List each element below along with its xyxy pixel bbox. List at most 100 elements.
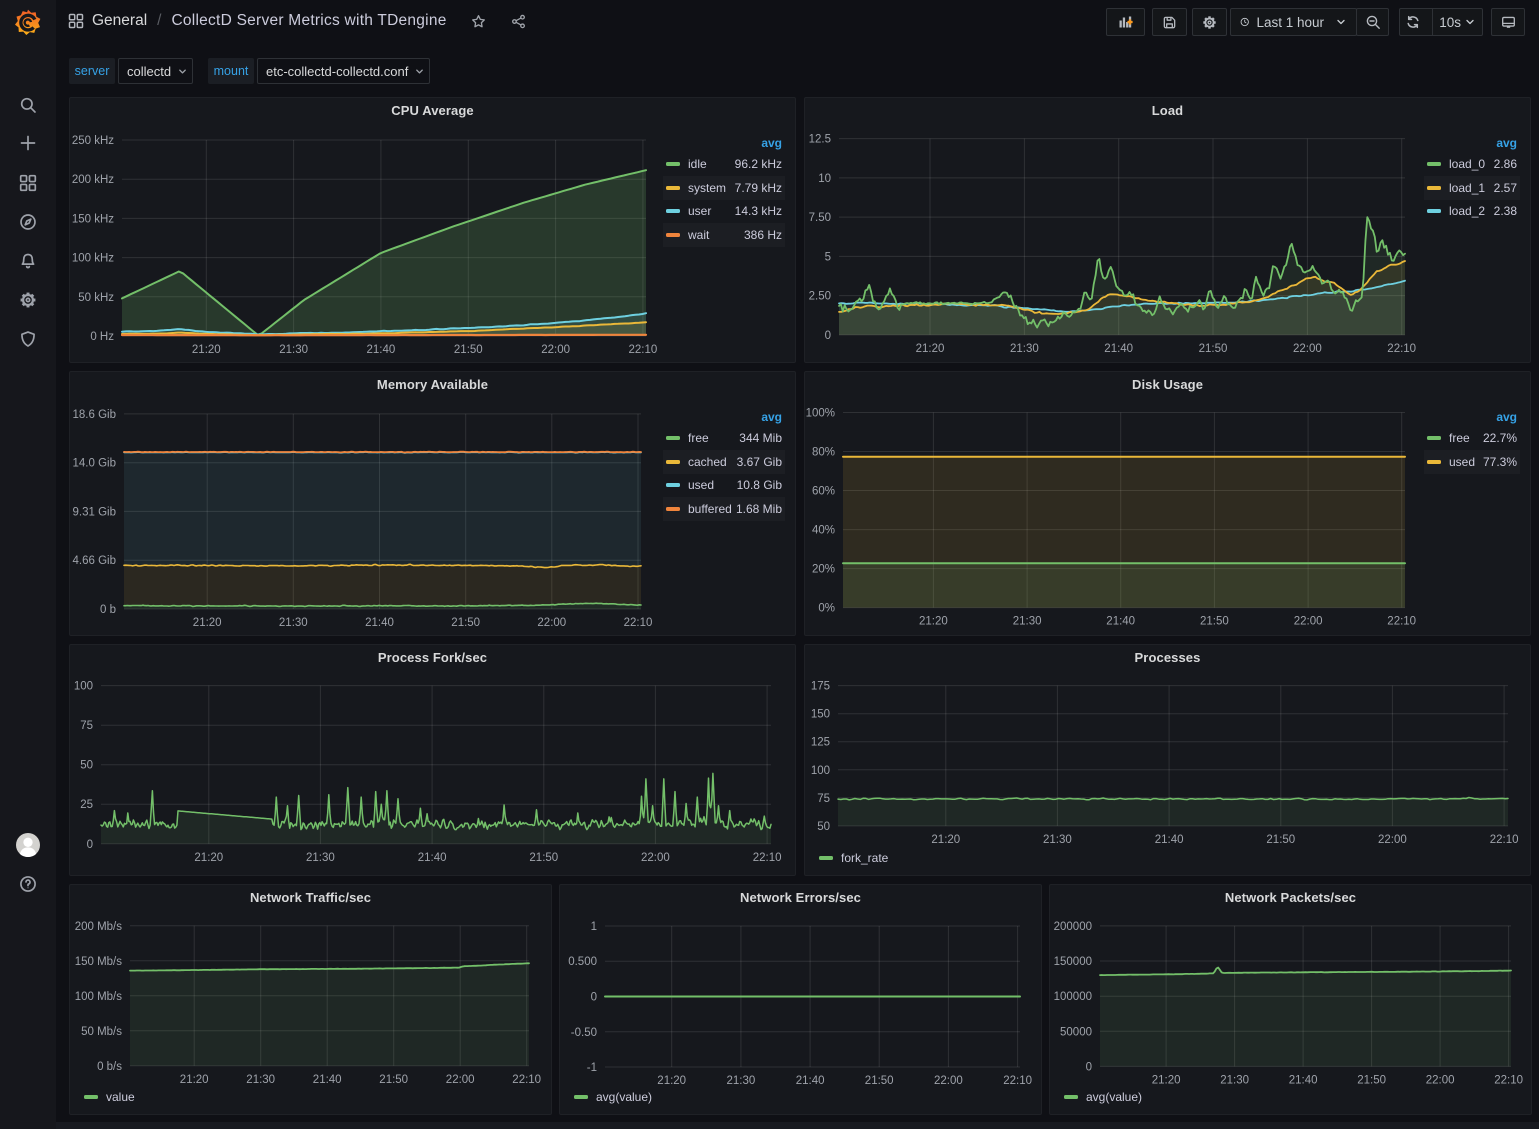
svg-text:100 kHz: 100 kHz xyxy=(72,253,114,265)
svg-text:7.50: 7.50 xyxy=(809,212,831,224)
svg-text:0.500: 0.500 xyxy=(568,956,597,968)
svg-text:22:10: 22:10 xyxy=(1387,343,1416,355)
svg-text:0: 0 xyxy=(87,839,93,851)
svg-text:75: 75 xyxy=(80,720,93,732)
svg-text:18.6 Gib: 18.6 Gib xyxy=(73,409,116,421)
svg-text:-1: -1 xyxy=(587,1062,597,1074)
svg-text:0 b: 0 b xyxy=(100,604,116,616)
svg-text:21:40: 21:40 xyxy=(796,1075,825,1087)
svg-text:21:40: 21:40 xyxy=(1289,1074,1318,1086)
svg-text:10: 10 xyxy=(818,173,831,185)
svg-text:100: 100 xyxy=(811,765,830,777)
svg-text:21:40: 21:40 xyxy=(1155,834,1184,846)
svg-text:22:10: 22:10 xyxy=(1494,1074,1523,1086)
svg-text:21:30: 21:30 xyxy=(246,1074,275,1086)
svg-text:22:00: 22:00 xyxy=(446,1074,475,1086)
svg-text:21:40: 21:40 xyxy=(365,617,394,629)
svg-text:100: 100 xyxy=(74,681,93,693)
svg-text:50 kHz: 50 kHz xyxy=(78,292,114,304)
svg-text:22:10: 22:10 xyxy=(1003,1075,1032,1087)
svg-text:22:00: 22:00 xyxy=(537,617,566,629)
svg-text:21:30: 21:30 xyxy=(727,1075,756,1087)
svg-text:21:50: 21:50 xyxy=(1266,834,1295,846)
svg-text:21:30: 21:30 xyxy=(1013,616,1042,628)
svg-text:21:30: 21:30 xyxy=(1010,343,1039,355)
svg-text:21:20: 21:20 xyxy=(931,834,960,846)
svg-text:21:20: 21:20 xyxy=(919,616,948,628)
svg-text:21:50: 21:50 xyxy=(451,617,480,629)
svg-text:22:00: 22:00 xyxy=(1378,834,1407,846)
svg-text:25: 25 xyxy=(80,799,93,811)
svg-text:0%: 0% xyxy=(818,603,835,615)
svg-text:150 kHz: 150 kHz xyxy=(72,213,114,225)
svg-text:22:10: 22:10 xyxy=(629,344,658,356)
svg-text:200000: 200000 xyxy=(1054,921,1092,933)
svg-text:21:30: 21:30 xyxy=(279,617,308,629)
svg-text:22:10: 22:10 xyxy=(753,852,782,864)
svg-text:21:40: 21:40 xyxy=(418,852,447,864)
svg-text:1: 1 xyxy=(591,921,597,933)
svg-text:21:20: 21:20 xyxy=(1152,1074,1181,1086)
svg-text:50: 50 xyxy=(817,821,830,833)
svg-text:21:50: 21:50 xyxy=(1357,1074,1386,1086)
svg-text:22:00: 22:00 xyxy=(1426,1074,1455,1086)
svg-text:-0.50: -0.50 xyxy=(571,1027,597,1039)
svg-text:175: 175 xyxy=(811,681,830,693)
svg-text:21:20: 21:20 xyxy=(657,1075,686,1087)
svg-text:21:20: 21:20 xyxy=(916,343,945,355)
svg-text:5: 5 xyxy=(825,251,831,263)
svg-text:21:50: 21:50 xyxy=(454,344,483,356)
svg-text:250 kHz: 250 kHz xyxy=(72,135,114,147)
svg-text:22:10: 22:10 xyxy=(512,1074,541,1086)
svg-text:0: 0 xyxy=(1086,1061,1092,1073)
svg-text:21:30: 21:30 xyxy=(279,344,308,356)
svg-text:22:00: 22:00 xyxy=(1294,616,1323,628)
svg-text:22:00: 22:00 xyxy=(541,344,570,356)
svg-text:22:10: 22:10 xyxy=(1387,616,1416,628)
svg-text:40%: 40% xyxy=(812,525,835,537)
svg-text:21:30: 21:30 xyxy=(306,852,335,864)
svg-text:0: 0 xyxy=(825,330,831,342)
svg-text:21:40: 21:40 xyxy=(313,1074,342,1086)
svg-text:100%: 100% xyxy=(806,408,835,420)
svg-text:22:10: 22:10 xyxy=(1490,834,1519,846)
svg-text:150000: 150000 xyxy=(1054,956,1092,968)
svg-text:60%: 60% xyxy=(812,486,835,498)
svg-text:50 Mb/s: 50 Mb/s xyxy=(81,1026,122,1038)
svg-text:22:00: 22:00 xyxy=(934,1075,963,1087)
svg-text:21:50: 21:50 xyxy=(529,852,558,864)
svg-text:20%: 20% xyxy=(812,564,835,576)
svg-text:100 Mb/s: 100 Mb/s xyxy=(75,991,123,1003)
svg-text:125: 125 xyxy=(811,737,830,749)
svg-text:200 kHz: 200 kHz xyxy=(72,174,114,186)
svg-text:21:50: 21:50 xyxy=(865,1075,894,1087)
svg-text:0 b/s: 0 b/s xyxy=(97,1061,122,1073)
svg-text:2.50: 2.50 xyxy=(809,291,831,303)
svg-text:50: 50 xyxy=(80,760,93,772)
svg-text:21:40: 21:40 xyxy=(367,344,396,356)
svg-text:21:20: 21:20 xyxy=(194,852,223,864)
svg-text:21:40: 21:40 xyxy=(1104,343,1133,355)
svg-text:21:20: 21:20 xyxy=(180,1074,209,1086)
svg-text:0 Hz: 0 Hz xyxy=(90,331,114,343)
svg-text:9.31 Gib: 9.31 Gib xyxy=(73,506,116,518)
svg-text:21:50: 21:50 xyxy=(1200,616,1229,628)
svg-text:14.0 Gib: 14.0 Gib xyxy=(73,458,116,470)
svg-text:75: 75 xyxy=(817,793,830,805)
svg-text:22:10: 22:10 xyxy=(624,617,653,629)
svg-text:200 Mb/s: 200 Mb/s xyxy=(75,921,123,933)
svg-text:12.5: 12.5 xyxy=(809,134,831,146)
svg-text:21:30: 21:30 xyxy=(1043,834,1072,846)
svg-text:21:30: 21:30 xyxy=(1220,1074,1249,1086)
svg-text:21:50: 21:50 xyxy=(379,1074,408,1086)
svg-text:50000: 50000 xyxy=(1060,1026,1092,1038)
svg-text:4.66 Gib: 4.66 Gib xyxy=(73,555,116,567)
svg-text:21:40: 21:40 xyxy=(1106,616,1135,628)
svg-text:0: 0 xyxy=(591,992,597,1004)
svg-text:21:20: 21:20 xyxy=(192,344,221,356)
svg-text:150 Mb/s: 150 Mb/s xyxy=(75,956,123,968)
svg-text:22:00: 22:00 xyxy=(1293,343,1322,355)
svg-text:150: 150 xyxy=(811,709,830,721)
svg-text:21:20: 21:20 xyxy=(193,617,222,629)
svg-text:21:50: 21:50 xyxy=(1199,343,1228,355)
